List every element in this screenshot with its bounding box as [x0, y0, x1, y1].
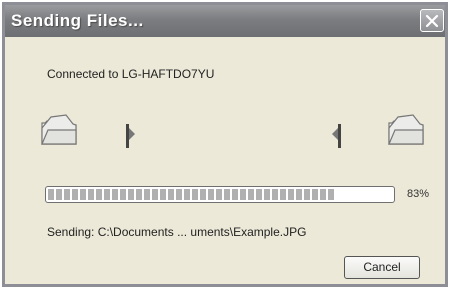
sending-files-dialog: Sending Files... Connected to LG-HAFTDO7…	[2, 2, 448, 287]
connection-label: Connected to LG-HAFTDO7YU	[47, 67, 215, 81]
document-icon	[332, 124, 341, 148]
destination-folder-icon	[388, 114, 424, 145]
progress-percent: 83%	[407, 188, 430, 200]
progress-bar-fill	[48, 189, 334, 200]
source-folder-icon	[41, 114, 77, 145]
progress-bar	[45, 186, 395, 203]
cancel-button[interactable]: Cancel	[344, 256, 420, 279]
close-icon	[425, 14, 439, 27]
title-bar[interactable]: Sending Files...	[5, 5, 445, 37]
document-icon	[126, 124, 135, 148]
close-button[interactable]	[420, 9, 444, 32]
dialog-title: Sending Files...	[11, 11, 144, 30]
sending-status-text: Sending: C:\Documents ... uments\Example…	[47, 225, 307, 239]
